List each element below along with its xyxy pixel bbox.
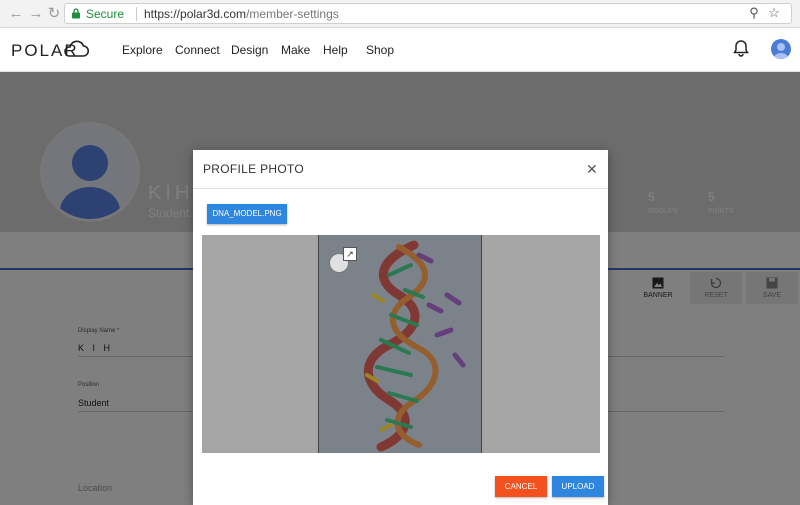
nav-design[interactable]: Design	[231, 43, 268, 57]
user-silhouette-icon	[774, 43, 788, 59]
zoom-icon[interactable]: ⚲	[747, 6, 761, 20]
upload-button[interactable]: UPLOAD	[552, 476, 604, 497]
dialog-divider	[193, 188, 608, 189]
browser-toolbar: ← → ↻ Secure https://polar3d.com/member-…	[0, 0, 800, 28]
nav-connect[interactable]: Connect	[175, 43, 220, 57]
nav-help[interactable]: Help	[323, 43, 348, 57]
back-arrow-icon[interactable]: ←	[8, 6, 24, 22]
url-host: https://polar3d.com	[144, 7, 247, 21]
omnibox-separator	[136, 7, 137, 21]
choose-file-button[interactable]: DNA_MODEL.PNG	[207, 204, 287, 224]
nav-shop[interactable]: Shop	[366, 43, 394, 57]
cloud-logo-icon[interactable]	[62, 37, 90, 59]
forward-arrow-icon[interactable]: →	[28, 6, 44, 22]
crop-area[interactable]: ↗	[202, 235, 600, 453]
reload-icon[interactable]: ↻	[46, 6, 62, 22]
cancel-button[interactable]: CANCEL	[495, 476, 547, 497]
lock-icon	[72, 8, 80, 19]
bookmark-star-icon[interactable]: ☆	[767, 6, 781, 20]
nav-make[interactable]: Make	[281, 43, 310, 57]
nav-explore[interactable]: Explore	[122, 43, 163, 57]
notification-bell-icon[interactable]	[733, 39, 749, 57]
dna-model-photo[interactable]: ↗	[318, 235, 482, 453]
dialog-title: PROFILE PHOTO	[203, 162, 305, 176]
address-bar[interactable]: Secure https://polar3d.com/member-settin…	[64, 3, 792, 24]
resize-expand-icon[interactable]: ↗	[343, 247, 357, 261]
user-avatar[interactable]	[771, 39, 791, 59]
url-text[interactable]: https://polar3d.com/member-settings	[144, 7, 339, 21]
secure-label: Secure	[86, 7, 125, 21]
close-icon[interactable]: ✕	[586, 162, 598, 176]
url-path: /member-settings	[246, 7, 339, 21]
site-header: POLAR Explore Connect Design Make Help S…	[0, 28, 800, 72]
profile-photo-dialog: PROFILE PHOTO ✕ DNA_MODEL.PNG ↗ CANCEL U…	[193, 150, 608, 505]
